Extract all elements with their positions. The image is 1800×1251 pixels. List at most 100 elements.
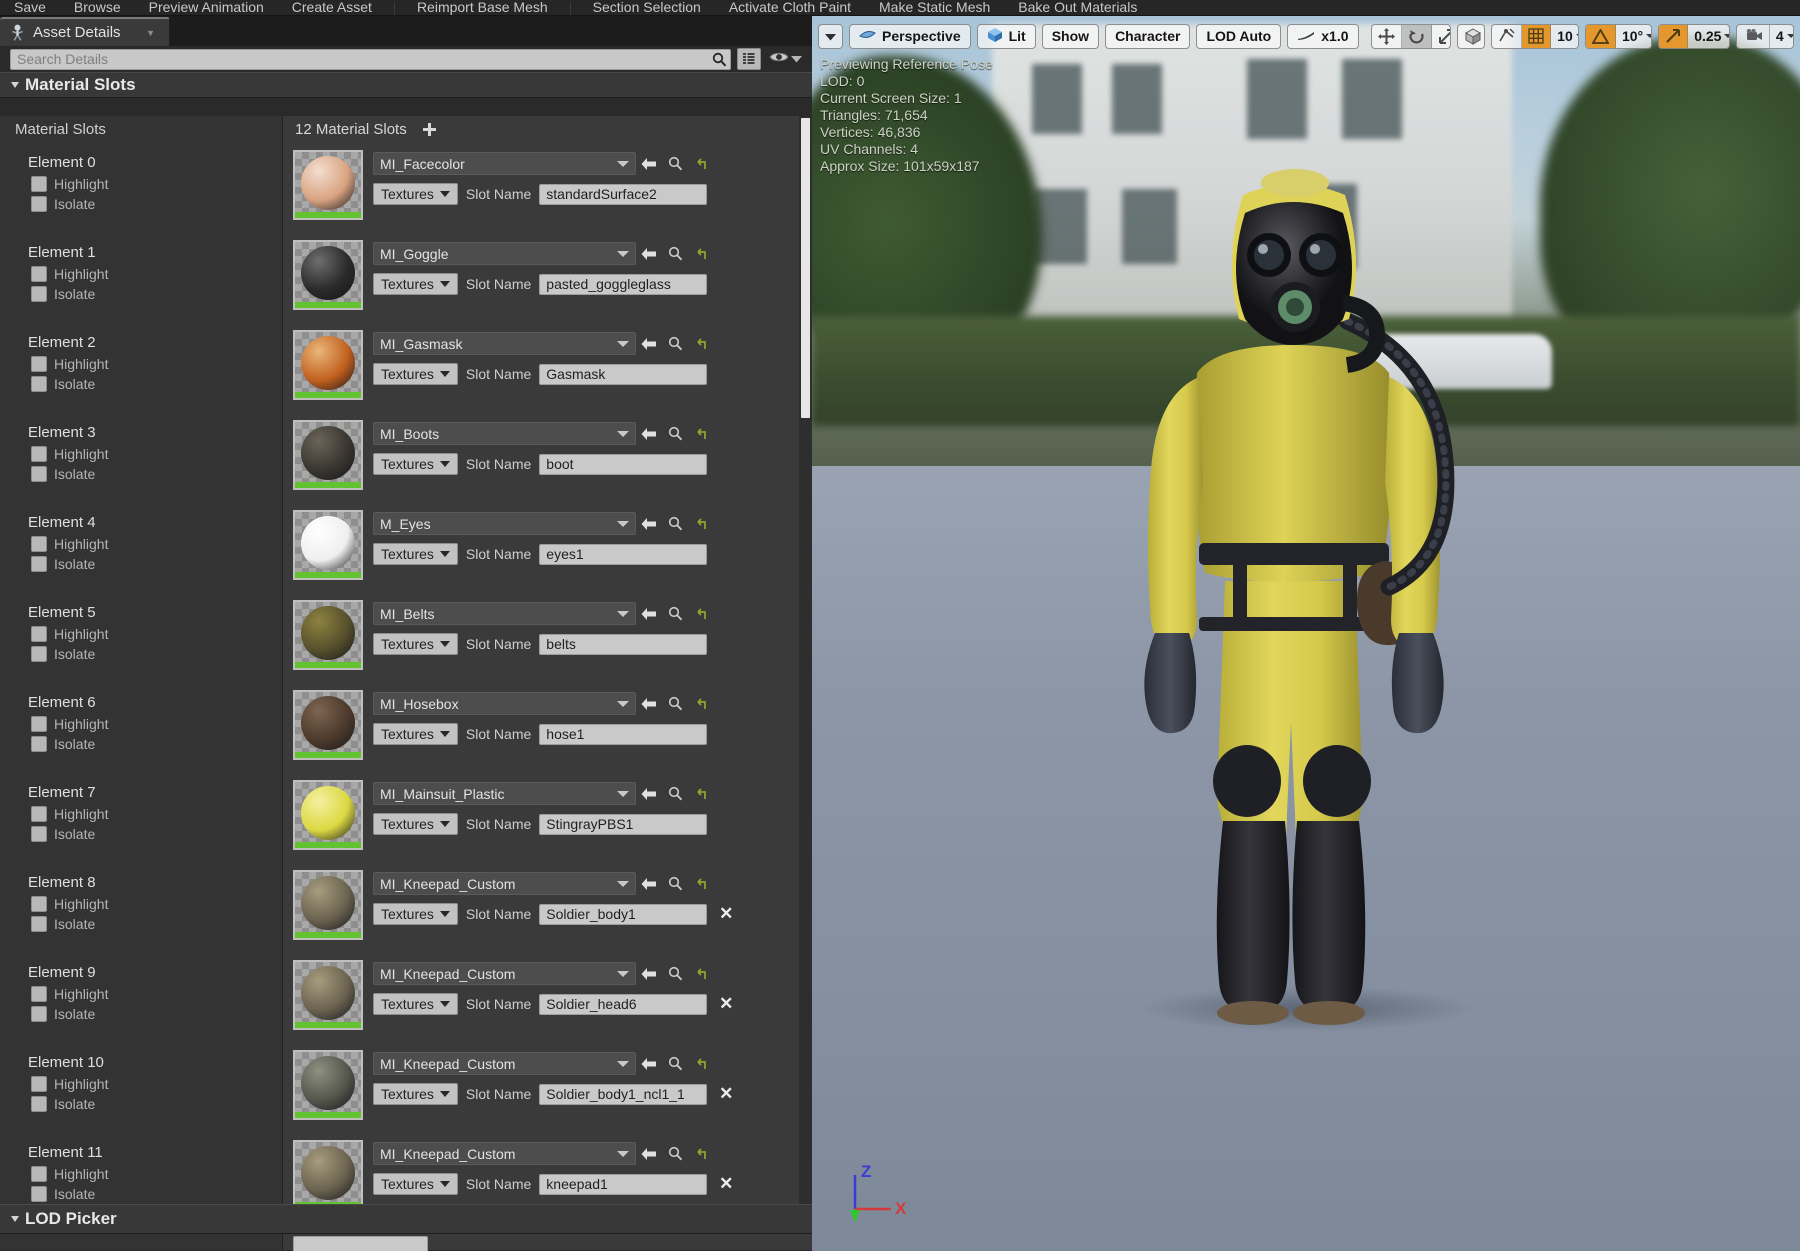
delete-slot-button[interactable]: ✕ [715,993,737,1015]
highlight-checkbox-row[interactable]: Highlight [28,626,282,642]
highlight-checkbox-row[interactable]: Highlight [28,896,282,912]
isolate-checkbox-row[interactable]: Isolate [28,196,282,212]
material-combo[interactable]: MI_Mainsuit_Plastic [373,782,636,805]
highlight-checkbox[interactable] [31,626,47,642]
highlight-checkbox-row[interactable]: Highlight [28,716,282,732]
search-icon[interactable] [708,52,730,67]
reset-to-default-button[interactable] [688,332,714,355]
highlight-checkbox-row[interactable]: Highlight [28,806,282,822]
material-combo[interactable]: MI_Belts [373,602,636,625]
material-thumbnail[interactable] [293,150,363,220]
textures-dropdown-button[interactable]: Textures [373,363,458,385]
delete-slot-button[interactable]: ✕ [715,903,737,925]
reset-to-default-button[interactable] [688,242,714,265]
reset-to-default-button[interactable] [688,602,714,625]
scale-gizmo-icon[interactable] [1432,25,1450,48]
highlight-checkbox[interactable] [31,806,47,822]
isolate-checkbox-row[interactable]: Isolate [28,1096,282,1112]
slot-name-input[interactable]: kneepad1 [539,1173,708,1195]
browse-to-asset-button[interactable] [662,602,688,625]
isolate-checkbox[interactable] [31,646,47,662]
slot-name-input[interactable]: Gasmask [539,363,708,385]
highlight-checkbox-row[interactable]: Highlight [28,536,282,552]
toolbar-button-section-selection[interactable]: Section Selection [579,1,715,15]
slot-name-input[interactable]: Soldier_head6 [539,993,708,1015]
highlight-checkbox-row[interactable]: Highlight [28,446,282,462]
chevron-down-icon[interactable]: ▼ [146,28,155,38]
use-selected-asset-button[interactable] [636,242,662,265]
browse-to-asset-button[interactable] [662,1052,688,1075]
use-selected-asset-button[interactable] [636,872,662,895]
material-thumbnail[interactable] [293,420,363,490]
highlight-checkbox[interactable] [31,1076,47,1092]
world-space-icon[interactable] [1458,25,1484,48]
highlight-checkbox[interactable] [31,1166,47,1182]
use-selected-asset-button[interactable] [636,962,662,985]
grid-view-icon[interactable] [737,48,761,70]
isolate-checkbox[interactable] [31,1186,47,1202]
highlight-checkbox-row[interactable]: Highlight [28,986,282,1002]
isolate-checkbox[interactable] [31,196,47,212]
surface-snap-icon[interactable] [1492,24,1523,48]
preview-viewport[interactable]: Perspective Lit Show Character LOD Auto [812,16,1800,1251]
material-combo[interactable]: MI_Gasmask [373,332,636,355]
material-combo[interactable]: MI_Boots [373,422,636,445]
browse-to-asset-button[interactable] [662,332,688,355]
use-selected-asset-button[interactable] [636,1142,662,1165]
use-selected-asset-button[interactable] [636,602,662,625]
textures-dropdown-button[interactable]: Textures [373,1083,458,1105]
textures-dropdown-button[interactable]: Textures [373,183,458,205]
visibility-button[interactable] [767,48,804,70]
browse-to-asset-button[interactable] [662,692,688,715]
isolate-checkbox[interactable] [31,466,47,482]
isolate-checkbox-row[interactable]: Isolate [28,376,282,392]
viewport-lod-menu-button[interactable]: LOD Auto [1196,23,1282,49]
toolbar-button-bake-out-materials[interactable]: Bake Out Materials [1004,1,1151,15]
reset-to-default-button[interactable] [688,422,714,445]
slot-name-input[interactable]: standardSurface2 [539,183,708,205]
toolbar-button-make-static-mesh[interactable]: Make Static Mesh [865,1,1004,15]
isolate-checkbox-row[interactable]: Isolate [28,1186,282,1202]
material-combo[interactable]: MI_Kneepad_Custom [373,962,636,985]
isolate-checkbox-row[interactable]: Isolate [28,646,282,662]
isolate-checkbox-row[interactable]: Isolate [28,736,282,752]
use-selected-asset-button[interactable] [636,782,662,805]
material-thumbnail[interactable] [293,240,363,310]
angle-snap-value[interactable]: 10° [1616,25,1652,48]
material-combo[interactable]: MI_Goggle [373,242,636,265]
highlight-checkbox[interactable] [31,176,47,192]
move-gizmo-icon[interactable] [1372,24,1402,48]
highlight-checkbox-row[interactable]: Highlight [28,1076,282,1092]
slot-name-input[interactable]: hose1 [539,723,708,745]
textures-dropdown-button[interactable]: Textures [373,1173,458,1195]
viewport-viewmode-lit-button[interactable]: Lit [976,23,1036,49]
material-combo[interactable]: MI_Kneepad_Custom [373,872,636,895]
isolate-checkbox[interactable] [31,826,47,842]
browse-to-asset-button[interactable] [662,422,688,445]
chevron-down-icon[interactable] [791,50,802,68]
use-selected-asset-button[interactable] [636,152,662,175]
slot-name-input[interactable]: eyes1 [539,543,708,565]
scrollbar-thumb[interactable] [801,118,810,418]
viewport-camera-perspective-button[interactable]: Perspective [849,23,971,49]
highlight-checkbox[interactable] [31,716,47,732]
scale-snap-value[interactable]: 0.25 [1688,25,1729,48]
highlight-checkbox[interactable] [31,266,47,282]
material-thumbnail[interactable] [293,960,363,1030]
browse-to-asset-button[interactable] [662,152,688,175]
search-details-box[interactable] [10,48,731,70]
reset-to-default-button[interactable] [688,962,714,985]
character-preview-mesh[interactable] [1047,161,1567,1041]
grid-snap-value[interactable]: 10 [1551,25,1578,48]
material-thumbnail[interactable] [293,870,363,940]
highlight-checkbox-row[interactable]: Highlight [28,1166,282,1182]
isolate-checkbox-row[interactable]: Isolate [28,826,282,842]
slot-name-input[interactable]: belts [539,633,708,655]
textures-dropdown-button[interactable]: Textures [373,273,458,295]
delete-slot-button[interactable]: ✕ [715,1083,737,1105]
textures-dropdown-button[interactable]: Textures [373,723,458,745]
material-thumbnail[interactable] [293,690,363,760]
isolate-checkbox[interactable] [31,376,47,392]
grid-snap-icon[interactable] [1522,24,1552,48]
slot-name-input[interactable]: Soldier_body1 [539,903,708,925]
